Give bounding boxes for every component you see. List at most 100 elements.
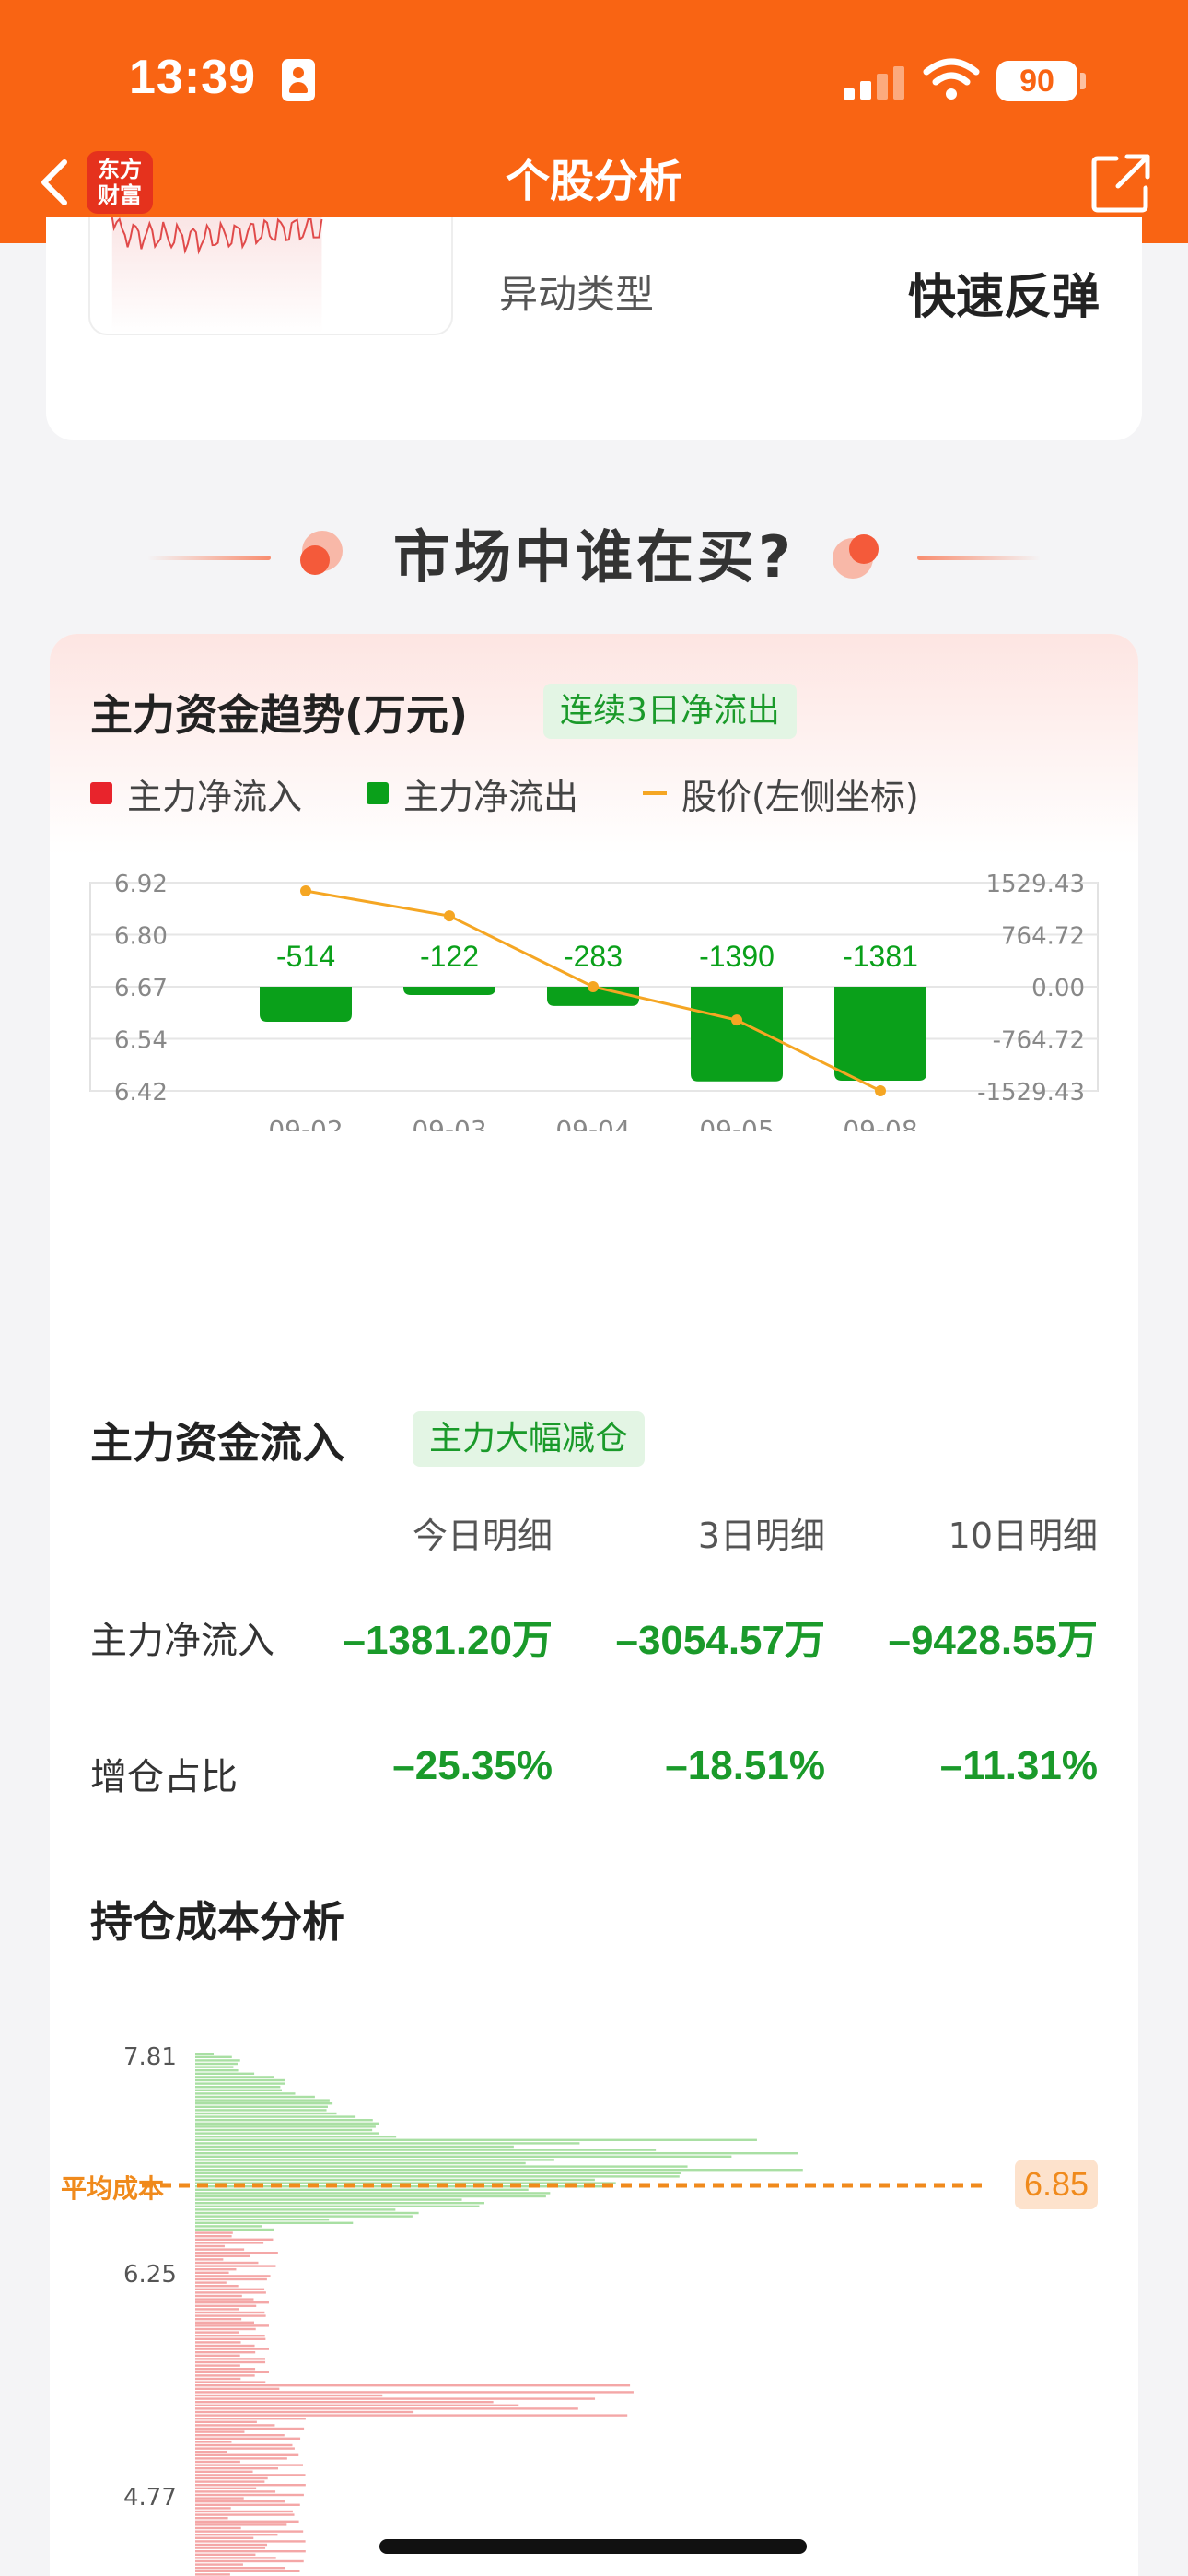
- net-inflow-today: –1381.20万: [343, 1618, 553, 1663]
- price-point: [875, 1085, 886, 1096]
- bar-value-label: -122: [420, 940, 479, 973]
- anomaly-type-label: 异动类型: [499, 272, 655, 317]
- cost-bar: [195, 2142, 580, 2145]
- cost-bar: [195, 2192, 551, 2195]
- cost-bar: [195, 2490, 276, 2493]
- legend-inflow-swatch: [90, 782, 112, 804]
- battery-indicator: 90: [996, 61, 1077, 101]
- bar-value-label: -1390: [699, 940, 775, 973]
- cost-bar: [195, 2132, 379, 2135]
- cost-bar: [195, 2547, 266, 2549]
- cost-bar: [195, 2215, 413, 2218]
- x-axis-tick: 09-02: [268, 1115, 343, 1131]
- cost-bar: [195, 2089, 283, 2091]
- cost-bar: [195, 2055, 232, 2058]
- legend-outflow[interactable]: 主力净流出: [367, 768, 578, 819]
- cost-bar: [195, 2354, 240, 2357]
- cost-bar: [195, 2360, 266, 2364]
- banner-dot-right-icon: [833, 534, 879, 579]
- cost-bar: [195, 2377, 241, 2381]
- cost-bar: [195, 2169, 803, 2172]
- cost-bar: [195, 2119, 373, 2122]
- flow-bar: [834, 987, 926, 1082]
- battery-level: 90: [1019, 64, 1054, 99]
- x-axis-tick: 09-05: [699, 1115, 774, 1131]
- row-position-ratio-label: 增仓占比: [90, 1756, 238, 1798]
- cost-bar: [195, 2281, 227, 2284]
- cost-bar: [195, 2078, 285, 2082]
- cost-bar: [195, 2086, 281, 2089]
- cost-bar: [195, 2277, 267, 2281]
- cost-bar: [195, 2470, 253, 2473]
- cost-bar: [195, 2573, 230, 2576]
- row-net-inflow-label: 主力净流入: [90, 1620, 274, 1662]
- cost-bar: [195, 2437, 301, 2440]
- cost-bar: [195, 2387, 280, 2390]
- cost-bar: [195, 2125, 376, 2128]
- cost-bar: [195, 2128, 373, 2132]
- legend-inflow[interactable]: 主力净流入: [90, 768, 302, 819]
- cost-bar: [195, 2321, 254, 2324]
- header-today[interactable]: 今日明细: [317, 1507, 553, 1558]
- cost-bar: [195, 2570, 300, 2572]
- cost-bar: [195, 2503, 300, 2506]
- cost-bar: [195, 2099, 330, 2102]
- legend-price-line: [643, 791, 668, 795]
- cost-bar: [195, 2231, 233, 2234]
- cost-bar: [195, 2314, 266, 2317]
- cost-bar: [195, 2484, 306, 2487]
- home-indicator[interactable]: [379, 2539, 807, 2554]
- header-3day[interactable]: 3日明细: [639, 1507, 825, 1558]
- cost-bar: [195, 2540, 306, 2543]
- cost-bar: [195, 2265, 276, 2267]
- cost-bar: [195, 2453, 299, 2456]
- cost-bar: [195, 2268, 237, 2271]
- legend-inflow-label: 主力净流入: [127, 776, 303, 817]
- position-ratio-3day: –18.51%: [665, 1743, 825, 1788]
- cost-bar: [195, 2410, 414, 2414]
- cost-bar: [195, 2364, 240, 2367]
- avg-cost-value: 6.85: [1015, 2160, 1099, 2209]
- status-time: 13:39: [129, 51, 256, 104]
- cost-bar: [195, 2105, 328, 2108]
- avg-cost-label: 平均成本: [61, 2173, 165, 2204]
- cost-bar: [195, 2238, 274, 2241]
- cost-bar: [195, 2115, 356, 2118]
- cost-bar: [195, 2172, 682, 2174]
- cost-bar: [195, 2487, 257, 2489]
- cost-bar: [195, 2211, 419, 2215]
- cost-bar: [195, 2447, 295, 2450]
- trend-title: 主力资金趋势(万元): [90, 690, 469, 740]
- section-banner: 市场中谁在买?: [0, 516, 1188, 599]
- share-icon[interactable]: [1090, 153, 1151, 214]
- cost-bar: [195, 2457, 287, 2460]
- position-ratio-10day: –11.31%: [939, 1743, 1098, 1788]
- cost-bar: [195, 2401, 494, 2404]
- cost-bar: [195, 2443, 293, 2447]
- inflow-tag: 主力大幅减仓: [413, 1411, 646, 1467]
- cost-bar: [195, 2205, 480, 2207]
- header-10day[interactable]: 10日明细: [879, 1507, 1098, 1558]
- cost-bar: [195, 2311, 265, 2314]
- x-axis-tick: 09-03: [412, 1115, 486, 1131]
- legend-price[interactable]: 股价(左侧坐标): [643, 768, 919, 819]
- cost-bar: [195, 2351, 256, 2354]
- flow-bar: [260, 987, 352, 1022]
- cost-bar: [195, 2520, 299, 2523]
- top-bar: 13:39 90 东方 财富 个股分析: [0, 0, 1188, 243]
- x-axis-tick: 09-08: [843, 1115, 917, 1131]
- cost-bar: [195, 2244, 225, 2248]
- cost-bar: [195, 2337, 266, 2340]
- left-axis-tick: 6.80: [114, 923, 168, 951]
- cost-bar: [195, 2155, 732, 2158]
- cost-bar: [195, 2271, 229, 2274]
- cost-bar: [195, 2082, 285, 2085]
- anomaly-type-value: 快速反弹: [907, 270, 1100, 325]
- cost-bar: [195, 2202, 484, 2205]
- cost-bar: [195, 2152, 798, 2155]
- cost-bar: [195, 2543, 268, 2547]
- price-point: [588, 981, 599, 992]
- cost-bar: [195, 2414, 628, 2417]
- cost-bar: [195, 2510, 293, 2513]
- cost-bar: [195, 2441, 232, 2443]
